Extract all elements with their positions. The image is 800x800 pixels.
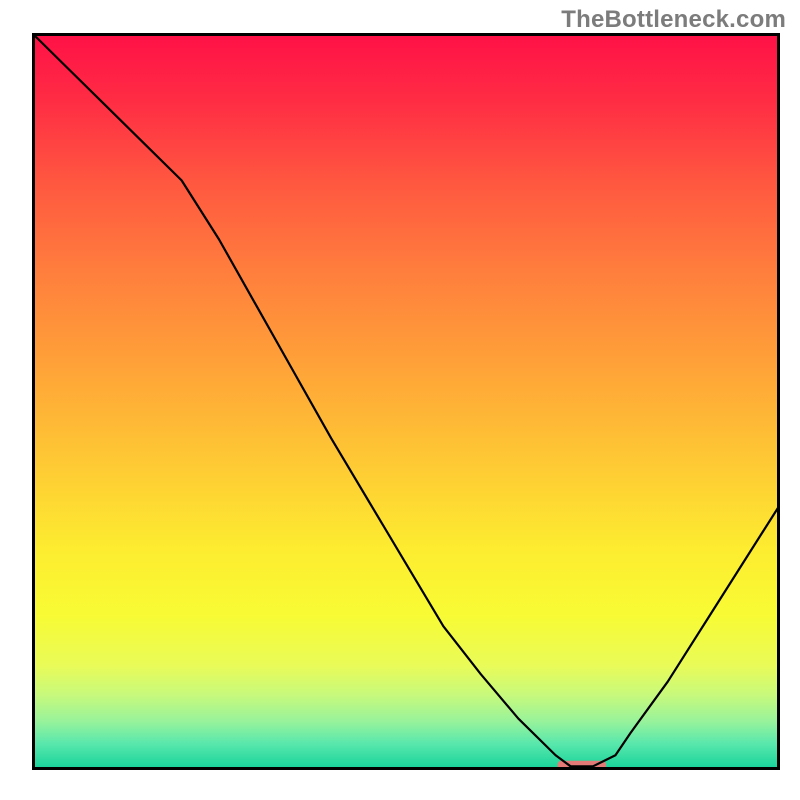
plot-area: [0, 0, 800, 800]
chart-container: TheBottleneck.com: [0, 0, 800, 800]
watermark-text: TheBottleneck.com: [561, 6, 786, 34]
